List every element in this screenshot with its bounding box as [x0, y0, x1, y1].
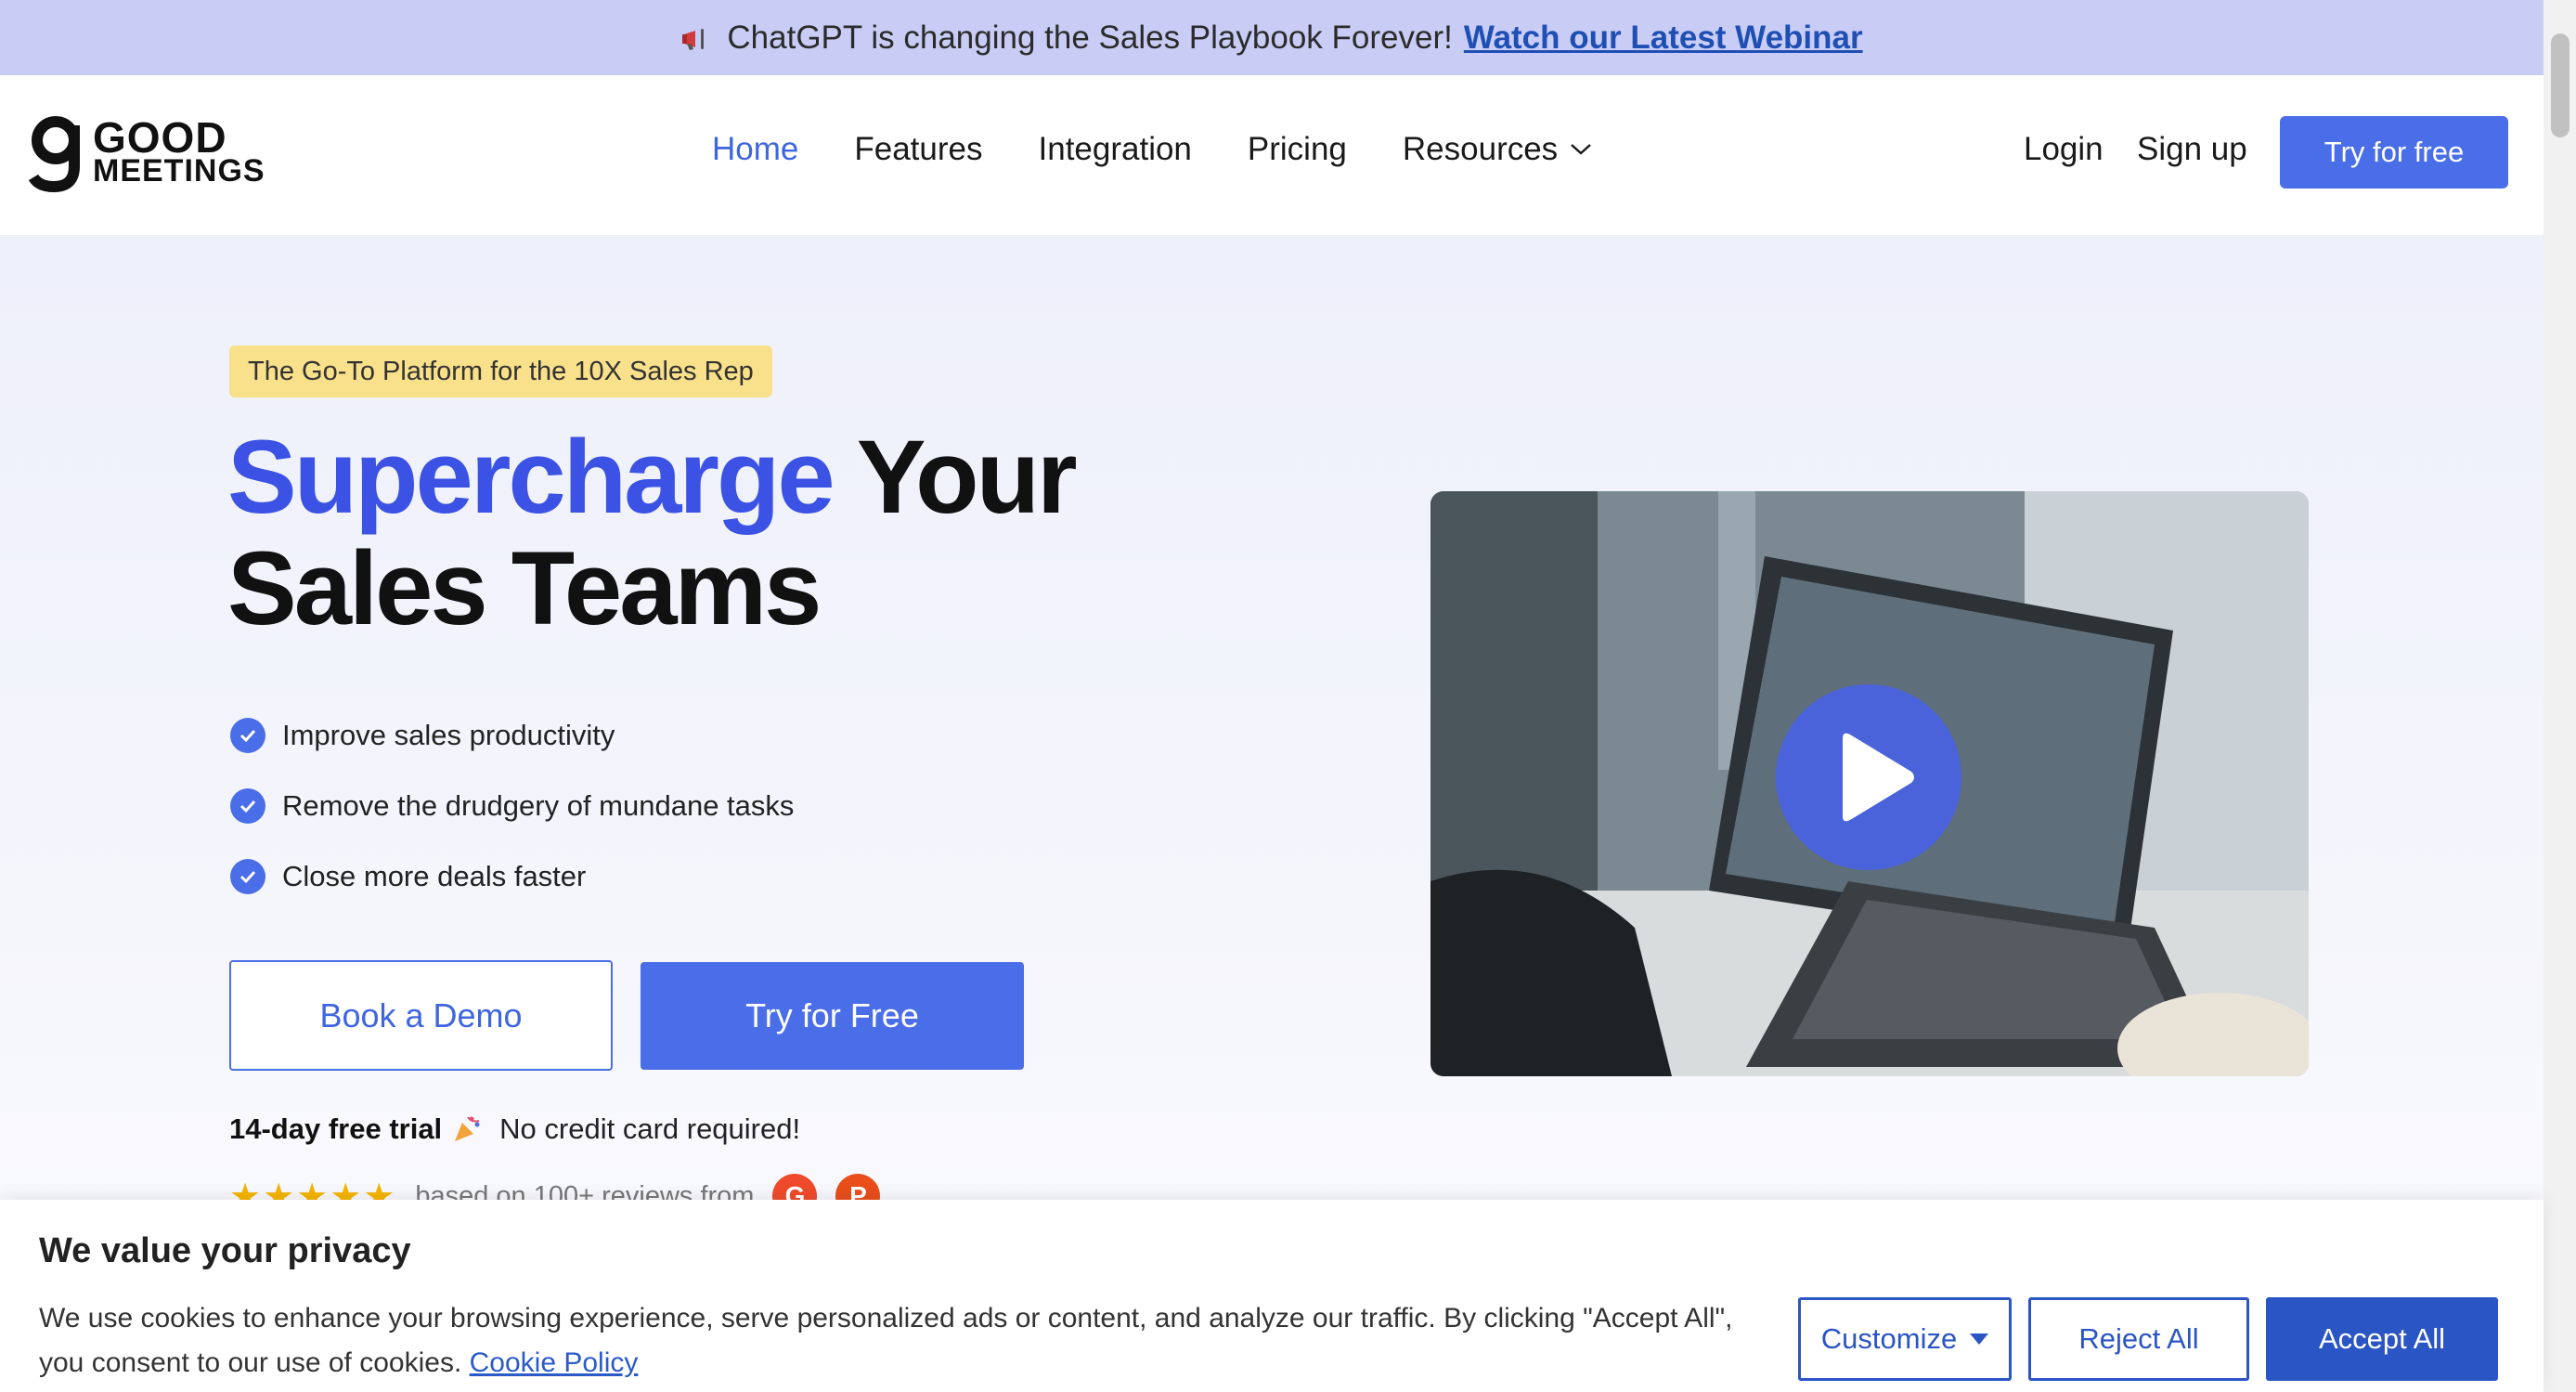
caret-down-icon	[1970, 1333, 1989, 1345]
hero-title-rest: Your	[832, 419, 1078, 535]
announcement-text: ChatGPT is changing the Sales Playbook F…	[727, 19, 1453, 56]
page-scrollbar[interactable]	[2544, 0, 2576, 1392]
play-icon	[1843, 733, 1914, 822]
try-free-button[interactable]: Try for Free	[641, 962, 1024, 1070]
play-button[interactable]	[1776, 684, 1961, 870]
trial-bold: 14-day free trial	[229, 1112, 443, 1145]
signup-link[interactable]: Sign up	[2137, 131, 2247, 168]
goodmeetings-logo[interactable]: GOOD MEETINGS	[28, 112, 265, 192]
benefit-item: Remove the drudgery of mundane tasks	[230, 771, 794, 841]
login-link[interactable]: Login	[2024, 131, 2104, 168]
nav-features[interactable]: Features	[854, 131, 982, 168]
main-nav: Home Features Integration Pricing Resour…	[712, 131, 1649, 168]
benefit-text: Improve sales productivity	[282, 719, 615, 751]
hero-title: Supercharge Your Sales Teams	[227, 419, 1078, 646]
megaphone-icon	[680, 24, 714, 52]
benefit-text: Close more deals faster	[282, 860, 587, 892]
hero-title-accent: Supercharge	[227, 419, 835, 535]
logo-g-icon	[28, 116, 80, 192]
cookie-banner: We value your privacy We use cookies to …	[0, 1200, 2544, 1392]
customize-button[interactable]: Customize	[1798, 1297, 2012, 1381]
webinar-link[interactable]: Watch our Latest Webinar	[1464, 20, 1863, 57]
trial-note: 14-day free trial No credit card require…	[229, 1112, 800, 1146]
cookie-policy-link[interactable]: Cookie Policy	[470, 1347, 639, 1378]
check-icon	[230, 718, 265, 753]
nav-integration[interactable]: Integration	[1039, 131, 1192, 168]
site-header: GOOD MEETINGS Home Features Integration …	[0, 75, 2544, 236]
accept-all-button[interactable]: Accept All	[2266, 1297, 2498, 1381]
cookie-title: We value your privacy	[39, 1231, 411, 1270]
benefit-item: Close more deals faster	[230, 841, 794, 912]
nav-resources-label: Resources	[1402, 131, 1559, 167]
customize-label: Customize	[1820, 1322, 1958, 1355]
party-popper-icon	[455, 1116, 480, 1141]
reject-all-button[interactable]: Reject All	[2028, 1297, 2249, 1381]
benefit-item: Improve sales productivity	[230, 700, 794, 771]
benefit-text: Remove the drudgery of mundane tasks	[282, 789, 795, 822]
hero-title-line2: Sales Teams	[227, 530, 822, 646]
nav-pricing[interactable]: Pricing	[1248, 131, 1347, 168]
trial-rest: No credit card required!	[499, 1112, 801, 1145]
book-demo-button[interactable]: Book a Demo	[229, 960, 613, 1071]
demo-video[interactable]	[1430, 491, 2309, 1076]
cookie-body: We use cookies to enhance your browsing …	[39, 1303, 1733, 1378]
check-icon	[230, 859, 265, 894]
logo-line1: GOOD	[93, 113, 227, 162]
chevron-down-icon	[1571, 144, 1592, 155]
logo-line2: MEETINGS	[93, 153, 265, 189]
hero-tagline-badge: The Go-To Platform for the 10X Sales Rep	[229, 345, 772, 397]
nav-resources[interactable]: Resources	[1403, 131, 1593, 168]
try-for-free-button[interactable]: Try for free	[2280, 116, 2508, 189]
check-icon	[230, 788, 265, 824]
scrollbar-thumb[interactable]	[2551, 33, 2570, 137]
logo-wordmark: GOOD MEETINGS	[93, 113, 265, 189]
benefit-list: Improve sales productivity Remove the dr…	[230, 700, 794, 912]
cookie-text: We use cookies to enhance your browsing …	[39, 1296, 1766, 1385]
nav-home[interactable]: Home	[712, 131, 798, 168]
announcement-bar: ChatGPT is changing the Sales Playbook F…	[0, 0, 2544, 75]
